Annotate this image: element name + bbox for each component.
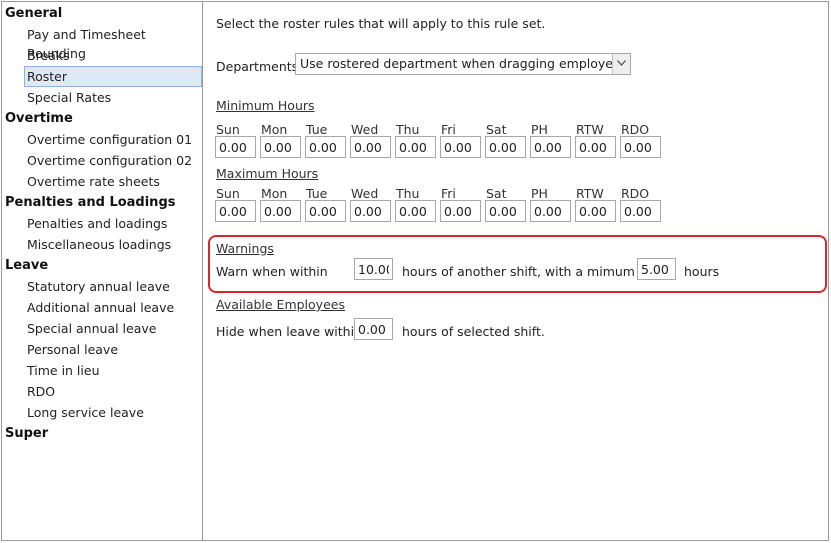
warn-middle-label: hours of another shift, with a mimum of — [402, 264, 652, 279]
sidebar-item-overtime-configuration-01[interactable]: Overtime configuration 01 — [24, 129, 202, 150]
sidebar-item-penalties-and-loadings[interactable]: Penalties and loadings — [24, 213, 202, 234]
min-hours-input-wed[interactable] — [350, 136, 391, 158]
nav-group-overtime[interactable]: Overtime — [5, 111, 73, 127]
departments-select[interactable]: Use rostered department when dragging em… — [295, 53, 631, 75]
max-day-label-mon: Mon — [261, 186, 288, 201]
min-hours-input-sun[interactable] — [215, 136, 256, 158]
warn-within-input[interactable] — [354, 258, 393, 280]
max-day-label-ph: PH — [531, 186, 548, 201]
max-day-label-wed: Wed — [351, 186, 379, 201]
max-day-label-fri: Fri — [441, 186, 456, 201]
min-day-label-rtw: RTW — [576, 122, 604, 137]
sidebar-item-personal-leave[interactable]: Personal leave — [24, 339, 202, 360]
min-day-label-fri: Fri — [441, 122, 456, 137]
sidebar-item-overtime-rate-sheets[interactable]: Overtime rate sheets — [24, 171, 202, 192]
warnings-heading: Warnings — [216, 241, 274, 256]
min-day-label-rdo: RDO — [621, 122, 650, 137]
min-hours-input-tue[interactable] — [305, 136, 346, 158]
sidebar: General Pay and Timesheet Rounding Break… — [1, 1, 203, 541]
max-day-label-sun: Sun — [216, 186, 240, 201]
max-hours-input-rdo[interactable] — [620, 200, 661, 222]
warn-minimum-input[interactable] — [637, 258, 676, 280]
sidebar-item-breaks[interactable]: Breaks — [24, 45, 202, 66]
warn-within-label: Warn when within — [216, 264, 328, 279]
max-hours-input-rtw[interactable] — [575, 200, 616, 222]
min-day-label-tue: Tue — [306, 122, 328, 137]
min-day-label-thu: Thu — [396, 122, 420, 137]
available-employees-heading: Available Employees — [216, 297, 345, 312]
hide-leave-within-input[interactable] — [354, 318, 393, 340]
max-day-label-rdo: RDO — [621, 186, 650, 201]
roster-rules-panel: Select the roster rules that will apply … — [205, 1, 829, 541]
sidebar-item-long-service-leave[interactable]: Long service leave — [24, 402, 202, 423]
min-hours-input-ph[interactable] — [530, 136, 571, 158]
nav-group-penalties-and-loadings[interactable]: Penalties and Loadings — [5, 195, 176, 211]
min-day-label-sun: Sun — [216, 122, 240, 137]
warn-hours-label: hours — [684, 264, 720, 279]
min-hours-input-sat[interactable] — [485, 136, 526, 158]
minimum-hours-heading: Minimum Hours — [216, 98, 315, 113]
max-day-label-sat: Sat — [486, 186, 507, 201]
min-hours-input-thu[interactable] — [395, 136, 436, 158]
sidebar-item-special-annual-leave[interactable]: Special annual leave — [24, 318, 202, 339]
max-day-label-rtw: RTW — [576, 186, 604, 201]
max-hours-input-wed[interactable] — [350, 200, 391, 222]
maximum-hours-heading: Maximum Hours — [216, 166, 319, 181]
sidebar-item-special-rates[interactable]: Special Rates — [24, 87, 202, 108]
chevron-down-icon[interactable] — [612, 54, 630, 74]
max-day-label-thu: Thu — [396, 186, 420, 201]
min-hours-input-rtw[interactable] — [575, 136, 616, 158]
sidebar-item-rdo[interactable]: RDO — [24, 381, 202, 402]
max-hours-input-ph[interactable] — [530, 200, 571, 222]
departments-select-value: Use rostered department when dragging em… — [300, 56, 628, 71]
nav-group-general[interactable]: General — [5, 6, 62, 22]
sidebar-item-additional-annual-leave[interactable]: Additional annual leave — [24, 297, 202, 318]
min-hours-input-fri[interactable] — [440, 136, 481, 158]
max-hours-input-fri[interactable] — [440, 200, 481, 222]
min-hours-input-rdo[interactable] — [620, 136, 661, 158]
sidebar-item-pay-and-timesheet-rounding[interactable]: Pay and Timesheet Rounding — [24, 24, 202, 61]
nav-group-leave[interactable]: Leave — [5, 258, 48, 274]
min-day-label-wed: Wed — [351, 122, 379, 137]
nav-group-super[interactable]: Super — [5, 426, 48, 442]
min-day-label-mon: Mon — [261, 122, 288, 137]
sidebar-item-statutory-annual-leave[interactable]: Statutory annual leave — [24, 276, 202, 297]
min-day-label-ph: PH — [531, 122, 548, 137]
max-hours-input-thu[interactable] — [395, 200, 436, 222]
sidebar-item-roster[interactable]: Roster — [24, 66, 202, 87]
sidebar-item-miscellaneous-loadings[interactable]: Miscellaneous loadings — [24, 234, 202, 255]
hide-leave-suffix-label: hours of selected shift. — [402, 324, 545, 339]
hide-leave-label: Hide when leave within — [216, 324, 363, 339]
sidebar-item-overtime-configuration-02[interactable]: Overtime configuration 02 — [24, 150, 202, 171]
departments-label: Departments — [216, 59, 299, 74]
min-day-label-sat: Sat — [486, 122, 507, 137]
min-hours-input-mon[interactable] — [260, 136, 301, 158]
max-hours-input-sun[interactable] — [215, 200, 256, 222]
max-day-label-tue: Tue — [306, 186, 328, 201]
max-hours-input-tue[interactable] — [305, 200, 346, 222]
max-hours-input-mon[interactable] — [260, 200, 301, 222]
sidebar-item-time-in-lieu[interactable]: Time in lieu — [24, 360, 202, 381]
intro-text: Select the roster rules that will apply … — [216, 16, 546, 31]
max-hours-input-sat[interactable] — [485, 200, 526, 222]
